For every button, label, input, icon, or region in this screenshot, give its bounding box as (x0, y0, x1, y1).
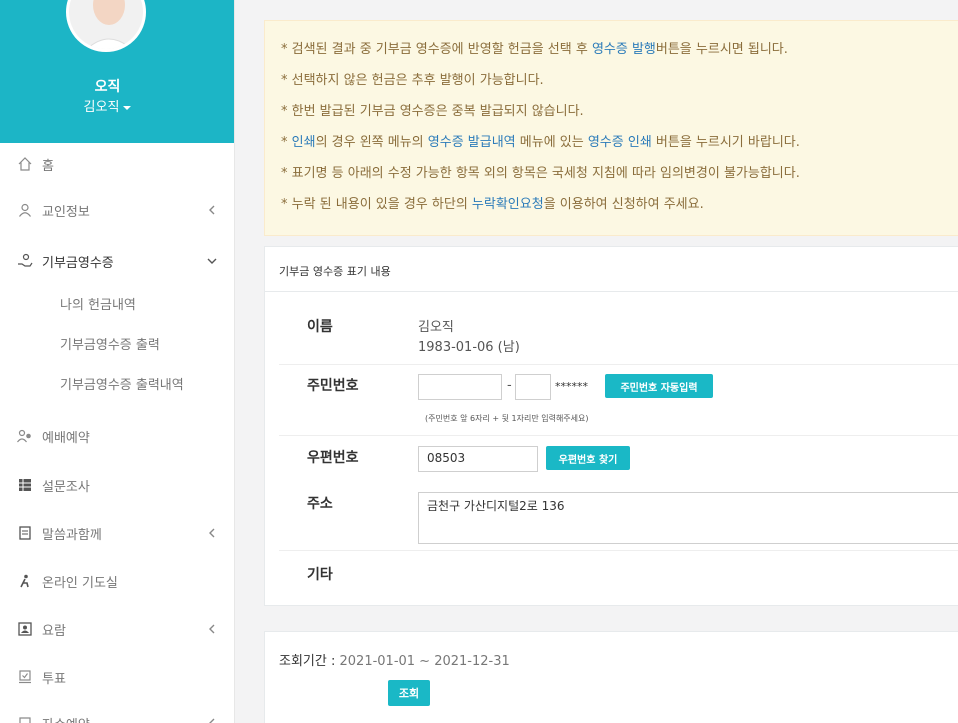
home-icon (16, 155, 34, 173)
nav-label: 교인정보 (42, 204, 90, 220)
seat-icon (16, 714, 34, 723)
notice-line: * 인쇄의 경우 왼쪽 메뉴의 영수증 발급내역 메뉴에 있는 영수증 인쇄 버… (281, 131, 800, 150)
birth-value: 1983-01-06 (남) (418, 340, 520, 355)
table-icon (16, 476, 34, 494)
notice-line: * 검색된 결과 중 기부금 영수증에 반영할 헌금을 선택 후 영수증 발행버… (281, 38, 788, 57)
zip-input[interactable]: 08503 (418, 446, 538, 472)
user-icon (16, 201, 34, 219)
receipt-panel: 기부금 영수증 표기 내용 이름 김오직 1983-01-06 (남) 주민번호… (264, 246, 958, 606)
notice-link-missing-request[interactable]: 누락확인요청 (472, 197, 544, 212)
search-panel: 조회기간 : 2021-01-01 ~ 2021-12-31 조회 (264, 631, 958, 723)
notice-text: * (281, 135, 292, 150)
avatar[interactable] (66, 0, 146, 52)
picture-icon (16, 620, 34, 638)
nav-label: 기부금영수증 (42, 255, 114, 271)
ssn-autofill-button[interactable]: 주민번호 자동입력 (605, 374, 713, 398)
nav-survey[interactable]: 설문조사 (0, 465, 234, 505)
nav-label: 요람 (42, 623, 66, 639)
etc-label: 기타 (307, 567, 333, 583)
subnav-label: 기부금영수증 출력내역 (60, 377, 184, 393)
subnav-label: 나의 헌금내역 (60, 297, 136, 313)
profile-panel: 오직 김오직 (0, 0, 234, 143)
nav-label: 투표 (42, 671, 66, 687)
notice-text: 버튼을 누르시면 됩니다. (655, 42, 788, 57)
period-label: 조회기간 : (279, 654, 340, 669)
caret-down-icon (123, 105, 132, 110)
chevron-left-icon (209, 205, 215, 215)
address-label: 주소 (307, 496, 333, 512)
notice-line: * 선택하지 않은 헌금은 추후 발행이 가능합니다. (281, 69, 544, 88)
chevron-down-icon (207, 258, 217, 264)
period-row: 조회기간 : 2021-01-01 ~ 2021-12-31 (279, 650, 510, 669)
divider (279, 550, 958, 551)
nav-donation-receipt[interactable]: 기부금영수증 (0, 241, 234, 281)
nav-directory[interactable]: 요람 (0, 609, 234, 649)
profile-sub-label: 김오직 (83, 100, 120, 115)
nav-label: 온라인 기도실 (42, 575, 118, 591)
nav-label: 말씀과함께 (42, 527, 102, 543)
nav-label: 예배예약 (42, 430, 90, 446)
notice-box: * 검색된 결과 중 기부금 영수증에 반영할 헌금을 선택 후 영수증 발행버… (264, 20, 958, 236)
nav-vote[interactable]: 투표 (0, 657, 234, 697)
notice-highlight: 영수증 발행 (591, 42, 656, 57)
notice-highlight: 영수증 인쇄 (587, 135, 652, 150)
notice-line: * 한번 발급된 기부금 영수증은 중복 발급되지 않습니다. (281, 100, 584, 119)
notice-text: 메뉴에 있는 (515, 135, 588, 150)
subnav-receipt-print[interactable]: 기부금영수증 출력 (0, 326, 234, 360)
nav-label: 홈 (42, 158, 54, 174)
period-value: 2021-01-01 ~ 2021-12-31 (339, 654, 510, 669)
subnav-my-offerings[interactable]: 나의 헌금내역 (0, 286, 234, 320)
notice-text: * 한번 발급된 기부금 영수증은 중복 발급되지 않습니다. (281, 104, 584, 119)
users-icon (16, 427, 34, 445)
chevron-left-icon (209, 528, 215, 538)
nav-label: 설문조사 (42, 479, 90, 495)
ballot-icon (16, 668, 34, 686)
ssn-dash: - (507, 378, 512, 393)
name-label: 이름 (307, 319, 333, 335)
nav-home[interactable]: 홈 (0, 144, 234, 184)
subnav-label: 기부금영수증 출력 (60, 337, 160, 353)
nav-label: 자수예약 (42, 714, 90, 723)
notice-text: 의 경우 왼쪽 메뉴의 (315, 135, 428, 150)
notice-text: * 누락 된 내용이 있을 경우 하단의 (281, 197, 472, 212)
notice-highlight: 인쇄 (291, 135, 316, 150)
ssn-front-input[interactable] (418, 374, 502, 400)
nav-online-prayer[interactable]: 온라인 기도실 (0, 561, 234, 601)
zip-search-button[interactable]: 우편번호 찾기 (546, 446, 630, 470)
notice-text: * 표기명 등 아래의 수정 가능한 항목 외의 항목은 국세청 지침에 따라 … (281, 166, 800, 181)
kneel-icon (16, 572, 34, 590)
main-content: * 검색된 결과 중 기부금 영수증에 반영할 헌금을 선택 후 영수증 발행버… (236, 0, 958, 723)
chevron-left-icon (209, 624, 215, 634)
profile-name: 오직 (94, 79, 121, 95)
ssn-back-input[interactable] (515, 374, 551, 400)
notice-text: 버튼을 누르시기 바랍니다. (651, 135, 800, 150)
subnav-receipt-history[interactable]: 기부금영수증 출력내역 (0, 366, 234, 400)
notice-line: * 누락 된 내용이 있을 경우 하단의 누락확인요청을 이용하여 신청하여 주… (281, 193, 704, 212)
notice-text: * 선택하지 않은 헌금은 추후 발행이 가능합니다. (281, 73, 544, 88)
nav-member-info[interactable]: 교인정보 (0, 190, 234, 230)
notice-text: 을 이용하여 신청하여 주세요. (543, 197, 704, 212)
notice-line: * 표기명 등 아래의 수정 가능한 항목 외의 항목은 국세청 지침에 따라 … (281, 162, 800, 181)
notice-text: * 검색된 결과 중 기부금 영수증에 반영할 헌금을 선택 후 (281, 42, 592, 57)
profile-dropdown[interactable]: 김오직 (0, 96, 215, 115)
nav-seat-reservation[interactable]: 자수예약 (0, 703, 234, 723)
divider (279, 435, 958, 436)
ssn-label: 주민번호 (307, 378, 359, 394)
name-value: 김오직 (418, 320, 454, 335)
document-icon (16, 524, 34, 542)
address-textarea[interactable]: 금천구 가산디지털2로 136 (418, 492, 958, 544)
search-button[interactable]: 조회 (388, 680, 430, 706)
hand-coin-icon (16, 252, 34, 270)
notice-highlight: 영수증 발급내역 (427, 135, 516, 150)
chevron-left-icon (209, 718, 215, 723)
sidebar: 오직 김오직 홈 교인정보 기부금영수증 나의 헌금내역 기부금영수증 출력 기… (0, 0, 235, 723)
divider (279, 364, 958, 365)
panel-title: 기부금 영수증 표기 내용 (265, 247, 958, 292)
nav-with-word[interactable]: 말씀과함께 (0, 513, 234, 553)
nav-worship-reservation[interactable]: 예배예약 (0, 416, 234, 456)
zip-label: 우편번호 (307, 450, 359, 466)
ssn-hint: (주민번호 앞 6자리 + 뒷 1자리만 입력해주세요) (425, 414, 589, 423)
ssn-mask: ****** (555, 380, 588, 393)
